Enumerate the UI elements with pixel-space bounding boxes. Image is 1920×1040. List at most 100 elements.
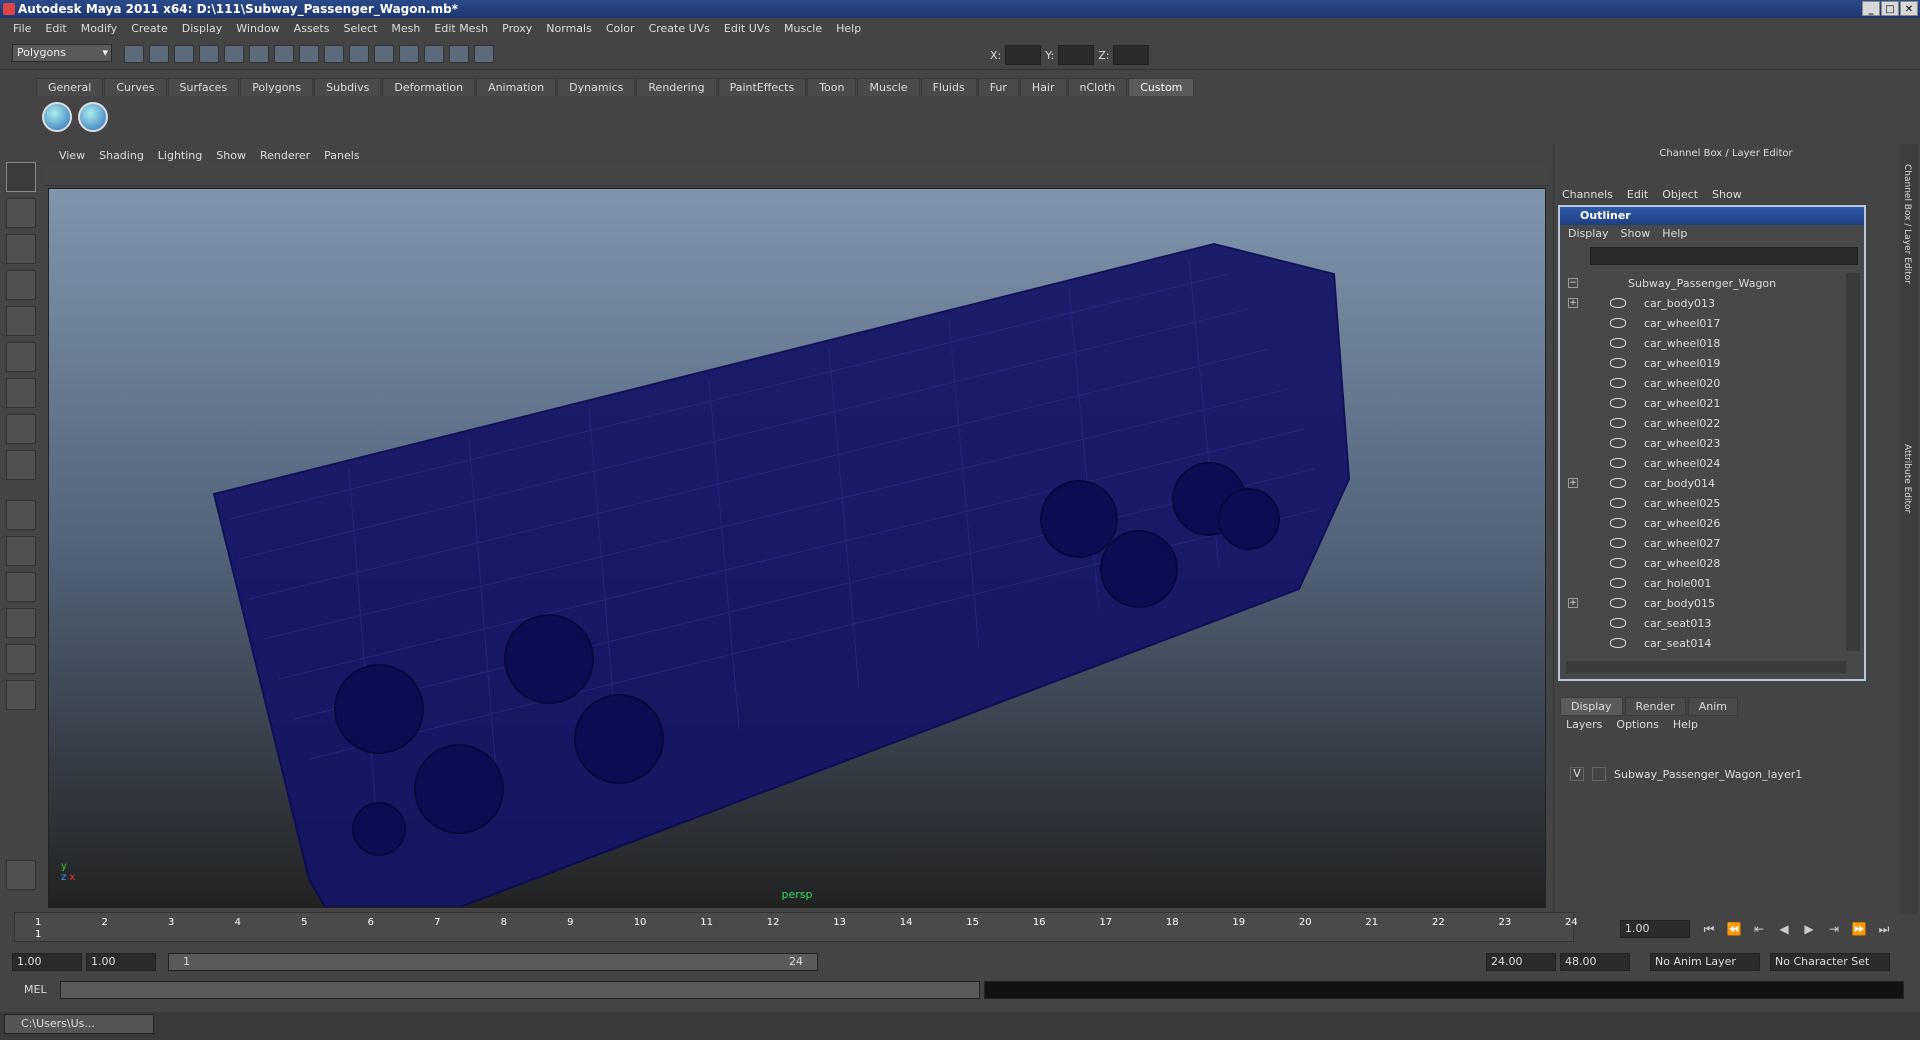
shelf-tab-muscle[interactable]: Muscle [857,78,920,96]
current-frame-field[interactable]: 1.00 [1620,920,1690,938]
cb-menu-object[interactable]: Object [1662,188,1698,201]
panel-menu-view[interactable]: View [52,149,92,162]
range-slider-bar[interactable]: 1 24 [168,953,818,971]
shelf-tab-polygons[interactable]: Polygons [240,78,314,96]
single-perspective-layout-icon[interactable] [6,500,36,530]
open-scene-icon[interactable] [149,45,169,63]
expand-icon[interactable]: + [1568,598,1578,608]
outliner-item[interactable]: car_wheel020 [1566,373,1846,393]
panel-menu-shading[interactable]: Shading [92,149,151,162]
shelf-tab-general[interactable]: General [36,78,104,96]
perspective-viewport[interactable]: y z x persp [48,188,1546,908]
play-backwards-icon[interactable]: ◀ [1775,922,1793,938]
menuset-dropdown[interactable]: Polygons [12,44,112,62]
play-forwards-icon[interactable]: ▶ [1800,922,1818,938]
go-to-end-icon[interactable]: ⏭ [1875,922,1893,938]
shelf-tab-hair[interactable]: Hair [1019,78,1067,96]
shelf-tab-deformation[interactable]: Deformation [382,78,476,96]
soft-modification-icon[interactable] [6,414,36,444]
shelf-tab-custom[interactable]: Custom [1128,78,1195,96]
render-frame-icon[interactable] [399,45,419,63]
custom-tool-1-icon[interactable] [42,102,72,132]
menu-select[interactable]: Select [336,22,384,35]
layer-menu-layers[interactable]: Layers [1566,718,1602,731]
select-component-icon[interactable] [249,45,269,63]
character-set-dropdown[interactable]: No Character Set [1770,953,1890,971]
z-field[interactable] [1113,45,1150,65]
outliner-item[interactable]: car_wheel022 [1566,413,1846,433]
menu-modify[interactable]: Modify [74,22,124,35]
menu-create-uvs[interactable]: Create UVs [642,22,717,35]
menu-mesh[interactable]: Mesh [384,22,427,35]
hypershade-icon[interactable] [474,45,494,63]
panel-menu-panels[interactable]: Panels [317,149,366,162]
step-back-icon[interactable]: ⏪ [1725,922,1743,938]
layer-type-toggle[interactable] [1592,767,1606,781]
cb-menu-edit[interactable]: Edit [1627,188,1648,201]
layer-tab-display[interactable]: Display [1560,697,1623,716]
menu-normals[interactable]: Normals [539,22,599,35]
shelf-tab-fur[interactable]: Fur [977,78,1019,96]
outliner-item[interactable]: car_wheel023 [1566,433,1846,453]
layer-row[interactable]: V Subway_Passenger_Wagon_layer1 [1562,765,1888,783]
dope-sheet-layout-icon[interactable] [6,680,36,710]
shelf-tab-curves[interactable]: Curves [104,78,167,96]
graph-editor-layout-icon[interactable] [6,608,36,638]
outliner-hscrollbar[interactable] [1566,661,1846,673]
minimize-button[interactable]: _ [1862,1,1880,16]
select-object-icon[interactable] [224,45,244,63]
shelf-tab-rendering[interactable]: Rendering [636,78,717,96]
shelf-tab-subdivs[interactable]: Subdivs [314,78,382,96]
outliner-item[interactable]: car_wheel021 [1566,393,1846,413]
panel-menu-show[interactable]: Show [209,149,253,162]
shelf-tab-animation[interactable]: Animation [476,78,557,96]
shelf-tab-ncloth[interactable]: nCloth [1067,78,1128,96]
time-slider[interactable]: 1 2 3 4 5 6 7 8 9 10 11 12 13 14 15 16 17 18 19 20 21 22 23 24 1 [14,912,1578,942]
snap-plane-icon[interactable] [349,45,369,63]
outliner-item[interactable]: car_wheel028 [1566,553,1846,573]
layer-visibility-toggle[interactable]: V [1570,767,1584,781]
shelf-tab-fluids[interactable]: Fluids [920,78,977,96]
snap-point-icon[interactable] [324,45,344,63]
outliner-menu-show[interactable]: Show [1621,225,1651,243]
shelf-tab-dynamics[interactable]: Dynamics [557,78,636,96]
menu-file[interactable]: File [6,22,38,35]
shelf-tab-toon[interactable]: Toon [807,78,857,96]
step-back-key-icon[interactable]: ⇤ [1750,922,1768,938]
outliner-root-item[interactable]: − Subway_Passenger_Wagon [1566,273,1846,293]
outliner-item[interactable]: car_hole001 [1566,573,1846,593]
menu-assets[interactable]: Assets [287,22,337,35]
y-field[interactable] [1058,45,1095,65]
layer-menu-options[interactable]: Options [1616,718,1658,731]
menu-edit[interactable]: Edit [38,22,73,35]
outliner-item[interactable]: car_wheel019 [1566,353,1846,373]
outliner-item[interactable]: car_wheel027 [1566,533,1846,553]
outliner-item[interactable]: car_seat013 [1566,613,1846,633]
shelf-tab-painteffects[interactable]: PaintEffects [717,78,807,96]
universal-manipulator-icon[interactable] [6,378,36,408]
select-tool-icon[interactable] [6,162,36,192]
menu-help[interactable]: Help [829,22,868,35]
menu-window[interactable]: Window [229,22,286,35]
expand-icon[interactable]: + [1568,478,1578,488]
rotate-tool-icon[interactable] [6,306,36,336]
animation-end-field[interactable]: 48.00 [1560,953,1630,971]
collapse-icon[interactable]: − [1568,278,1578,288]
panel-menu-renderer[interactable]: Renderer [253,149,317,162]
lasso-tool-icon[interactable] [6,198,36,228]
outliner-item[interactable]: car_wheel026 [1566,513,1846,533]
animation-start-field[interactable]: 1.00 [12,953,82,971]
playback-end-field[interactable]: 24.00 [1486,953,1556,971]
four-view-layout-icon[interactable] [6,536,36,566]
step-forward-key-icon[interactable]: ⇥ [1825,922,1843,938]
outliner-item[interactable]: car_wheel024 [1566,453,1846,473]
side-tab-attribute-editor[interactable]: Attribute Editor [1902,444,1912,513]
menu-color[interactable]: Color [599,22,642,35]
mel-recent-icon[interactable] [6,860,36,890]
cb-menu-show[interactable]: Show [1712,188,1742,201]
cb-menu-channels[interactable]: Channels [1562,188,1613,201]
command-language-label[interactable]: MEL [24,983,47,996]
menu-edit-mesh[interactable]: Edit Mesh [427,22,495,35]
outliner-menu-display[interactable]: Display [1568,225,1609,243]
expand-icon[interactable]: + [1568,298,1578,308]
